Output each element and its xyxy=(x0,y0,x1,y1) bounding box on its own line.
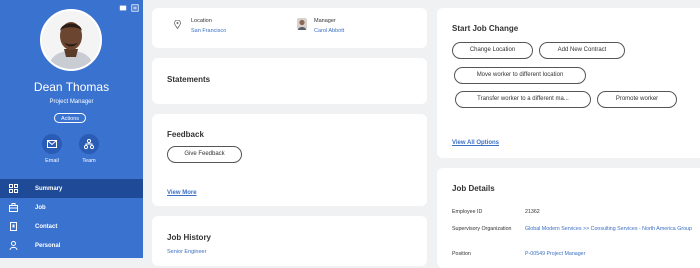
view-all-options-link[interactable]: View All Options xyxy=(452,140,499,146)
avatar-portrait xyxy=(42,11,100,69)
supervisory-org-link[interactable]: Global Modern Services >> Consulting Ser… xyxy=(525,226,695,234)
sidebar-item-contact[interactable]: Contact xyxy=(0,217,143,236)
sidebar-top-icons xyxy=(119,4,139,12)
job-history-item-link[interactable]: Senior Engineer xyxy=(167,249,206,255)
team-quick-action[interactable]: Team xyxy=(74,134,104,164)
profile-sidebar: Dean Thomas Project Manager Actions Emai… xyxy=(0,0,143,258)
sidebar-item-personal[interactable]: Personal xyxy=(0,236,143,255)
sidebar-item-label: Personal xyxy=(35,242,61,249)
statements-title: Statements xyxy=(167,75,211,84)
location-manager-card: Location San Francisco Manager Carol Abb… xyxy=(152,8,427,48)
job-details-title: Job Details xyxy=(452,184,495,193)
job-history-title: Job History xyxy=(167,233,212,242)
supervisory-org-label: Supervisory Organization xyxy=(452,226,512,232)
job-details-card: Job Details Employee ID 21362 Supervisor… xyxy=(437,168,700,268)
sidebar-item-label: Summary xyxy=(35,185,63,192)
team-label: Team xyxy=(82,158,96,164)
position-label: Position xyxy=(452,251,471,257)
start-job-change-card: Start Job Change Change Location Add New… xyxy=(437,8,700,158)
briefcase-icon xyxy=(9,203,18,212)
person-name: Dean Thomas xyxy=(33,80,110,94)
sidebar-item-summary[interactable]: Summary xyxy=(0,179,143,198)
actions-button[interactable]: Actions xyxy=(54,113,86,123)
position-link[interactable]: P-00549 Project Manager xyxy=(525,251,695,259)
person-job-title: Project Manager xyxy=(49,99,94,105)
avatar[interactable] xyxy=(40,9,102,71)
person-icon xyxy=(9,241,18,250)
sidebar-item-label: Job xyxy=(35,204,46,211)
sidebar-nav: Summary Job Contact Personal xyxy=(0,179,143,255)
team-icon-circle xyxy=(79,134,99,154)
org-chart-icon xyxy=(84,139,94,149)
location-pin-icon xyxy=(174,20,181,29)
add-new-contract-button[interactable]: Add New Contract xyxy=(539,42,625,59)
give-feedback-button[interactable]: Give Feedback xyxy=(167,146,242,163)
email-label: Email xyxy=(45,158,59,164)
manager-label: Manager xyxy=(314,18,336,24)
mail-icon xyxy=(47,140,57,148)
transfer-worker-button[interactable]: Transfer worker to a different ma... xyxy=(455,91,591,108)
move-worker-button[interactable]: Move worker to different location xyxy=(454,67,586,84)
fullscreen-icon[interactable] xyxy=(119,4,127,12)
manager-value-link[interactable]: Carol Abbott xyxy=(314,28,344,34)
employee-id-label: Employee ID xyxy=(452,209,483,215)
location-label: Location xyxy=(191,18,212,24)
feedback-title: Feedback xyxy=(167,130,204,139)
email-icon-circle xyxy=(42,134,62,154)
grid-icon xyxy=(9,184,18,193)
job-history-card: Job History Senior Engineer xyxy=(152,216,427,266)
start-job-change-title: Start Job Change xyxy=(452,24,519,33)
promote-worker-button[interactable]: Promote worker xyxy=(597,91,677,108)
sidebar-item-job[interactable]: Job xyxy=(0,198,143,217)
employee-id-value: 21362 xyxy=(525,209,540,215)
contact-card-icon xyxy=(9,222,18,231)
sidebar-item-label: Contact xyxy=(35,223,58,230)
swap-icon[interactable] xyxy=(131,4,139,12)
change-location-button[interactable]: Change Location xyxy=(452,42,533,59)
email-quick-action[interactable]: Email xyxy=(37,134,67,164)
manager-avatar[interactable] xyxy=(297,18,307,30)
location-value-link[interactable]: San Francisco xyxy=(191,28,226,34)
view-more-link[interactable]: View More xyxy=(167,190,197,196)
statements-card: Statements xyxy=(152,58,427,104)
feedback-card: Feedback Give Feedback View More xyxy=(152,114,427,206)
